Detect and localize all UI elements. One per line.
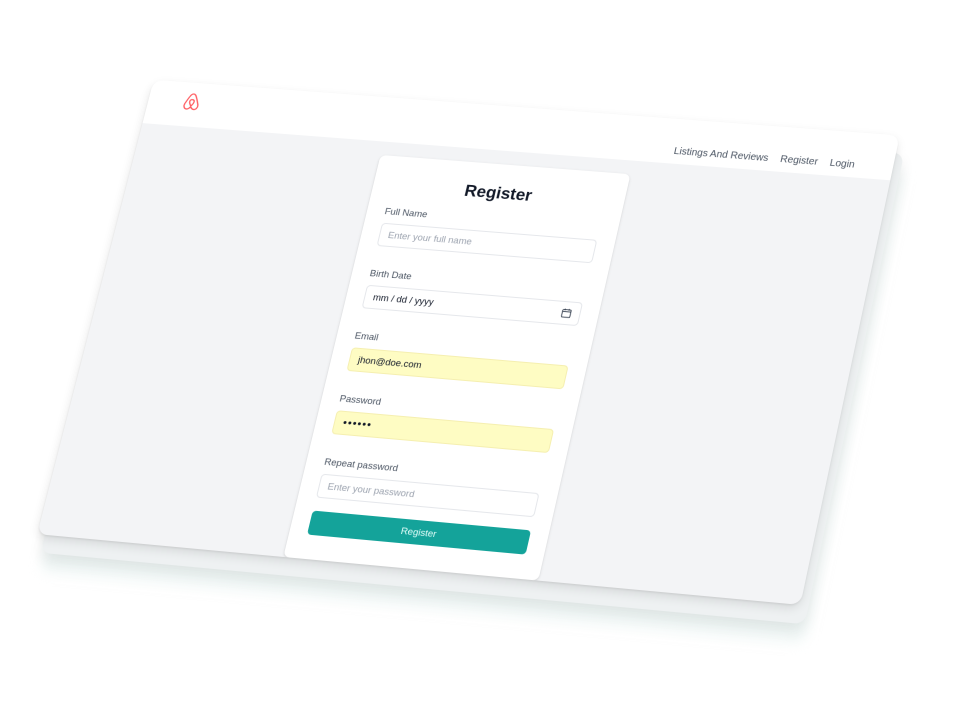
birth-date-field-group: Birth Date mm / dd / yyyy xyxy=(361,268,587,327)
password-value: •••••• xyxy=(341,416,374,432)
nav-item-login[interactable]: Login xyxy=(829,158,856,171)
password-field-group: Password •••••• xyxy=(331,393,558,454)
email-field-group: Email jhon@doe.com xyxy=(346,331,572,390)
airbnb-logo-icon[interactable] xyxy=(181,92,203,112)
nav-item-register[interactable]: Register xyxy=(779,154,819,168)
repeat-password-placeholder: Enter your password xyxy=(326,480,416,500)
birth-date-placeholder: mm / dd / yyyy xyxy=(371,291,435,308)
register-form-card: Register Full Name Enter your full name … xyxy=(283,154,631,581)
register-button[interactable]: Register xyxy=(307,510,532,555)
calendar-icon[interactable] xyxy=(560,308,572,319)
repeat-password-field-group: Repeat password Enter your password xyxy=(315,457,544,518)
nav-item-listings-and-reviews[interactable]: Listings And Reviews xyxy=(673,146,770,164)
scene: Listings And Reviews Register Login Regi… xyxy=(0,0,960,720)
email-value: jhon@doe.com xyxy=(356,354,423,371)
full-name-field-group: Full Name Enter your full name xyxy=(376,206,602,264)
app-window: Listings And Reviews Register Login Regi… xyxy=(37,79,900,605)
nav-links: Listings And Reviews Register Login xyxy=(673,146,856,170)
full-name-placeholder: Enter your full name xyxy=(386,229,474,248)
browser-window-stack: Listings And Reviews Register Login Regi… xyxy=(37,79,905,644)
